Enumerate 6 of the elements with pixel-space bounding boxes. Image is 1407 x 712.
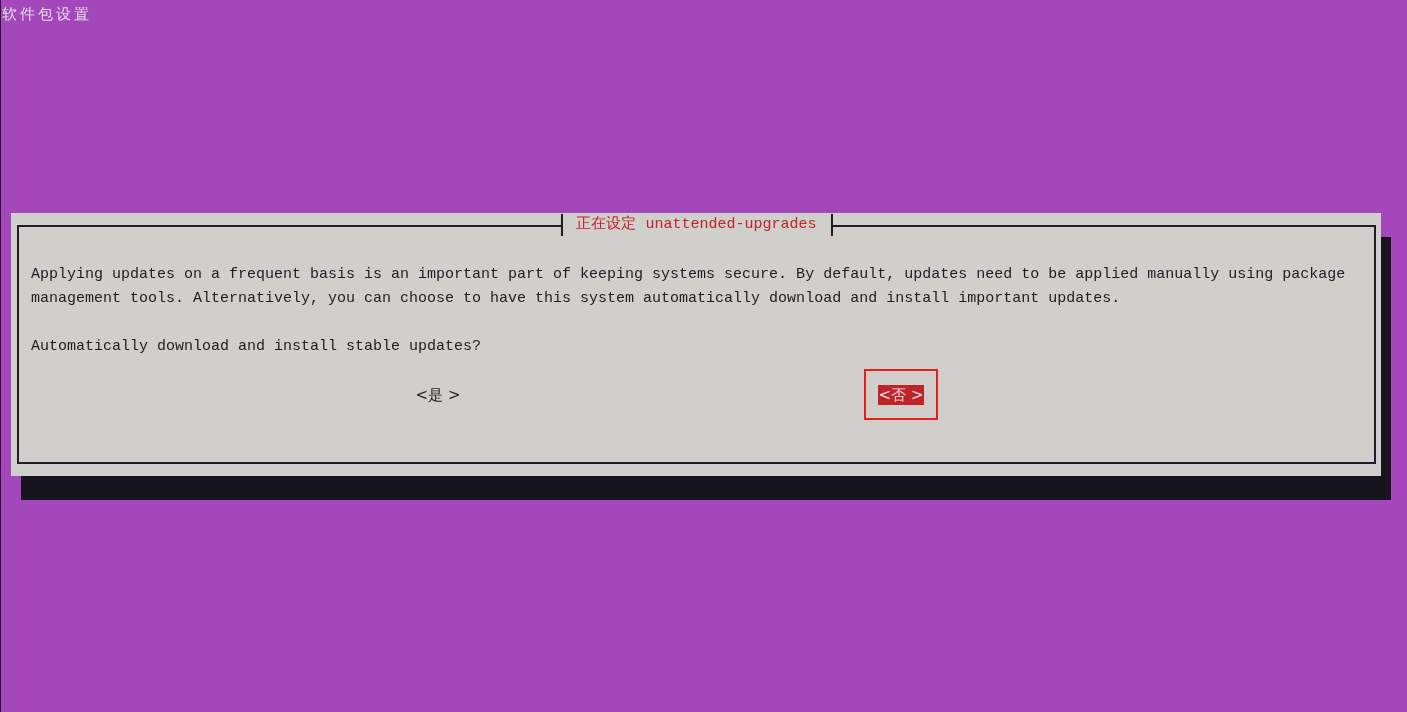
dialog-button[interactable]: <否 > [877, 384, 925, 405]
dialog-message: Applying updates on a frequent basis is an important part of keeping systems secure. By default, updates need to be applied manually using package management tools. Alternatively, you can choose to have this system automatically download and install important updates. [31, 265, 1347, 309]
screen-title: 软件包设置 [1, 4, 93, 25]
dialog-title: 正在设定 unattended-upgrades [560, 214, 833, 236]
dialog-question: Automatically download and install stable updates? [31, 337, 483, 357]
dialog-button[interactable]: <是 > [414, 384, 462, 405]
